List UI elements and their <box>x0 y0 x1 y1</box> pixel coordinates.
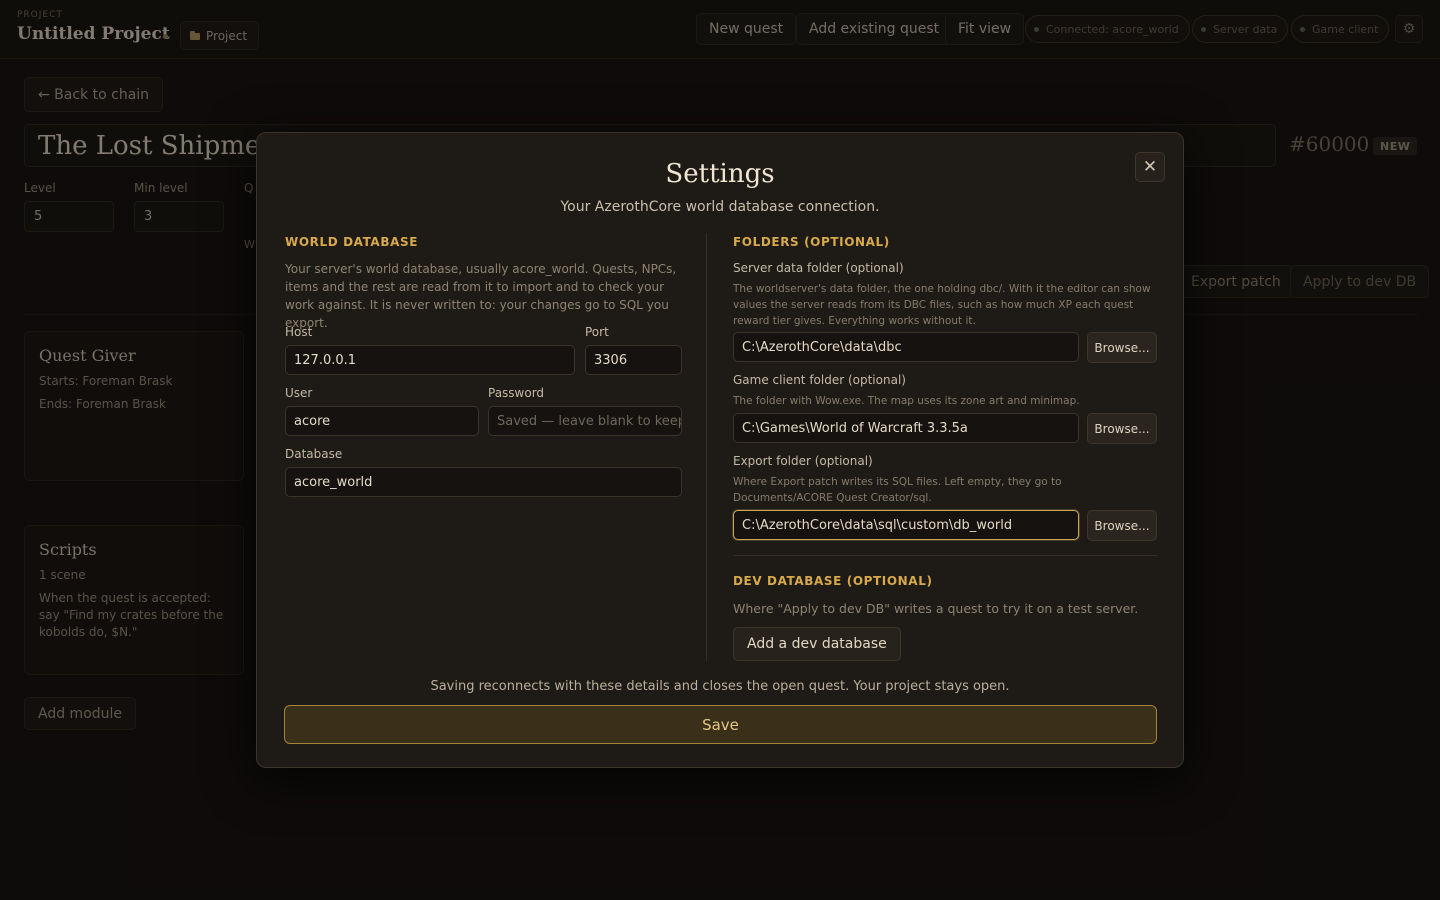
export-folder-input[interactable]: C:\AzerothCore\data\sql\custom\db_world <box>733 510 1079 540</box>
game-client-folder-description: The folder with Wow.exe. The map uses it… <box>733 395 1080 407</box>
user-input[interactable]: acore <box>285 406 479 436</box>
world-db-heading: WORLD DATABASE <box>285 235 418 249</box>
browse-game-client-button[interactable]: Browse... <box>1087 413 1157 444</box>
game-client-folder-value: C:\Games\World of Warcraft 3.3.5a <box>742 420 968 436</box>
dev-db-heading: DEV DATABASE (OPTIONAL) <box>733 574 933 588</box>
add-dev-database-button[interactable]: Add a dev database <box>733 627 901 661</box>
dev-db-description: Where "Apply to dev DB" writes a quest t… <box>733 601 1139 616</box>
dialog-title: Settings <box>665 159 775 189</box>
host-input[interactable]: 127.0.0.1 <box>285 345 575 375</box>
save-note: Saving reconnects with these details and… <box>430 679 1010 694</box>
server-data-folder-description: The worldserver's data folder, the one h… <box>733 283 1151 327</box>
port-value: 3306 <box>594 352 628 368</box>
port-label: Port <box>585 325 609 339</box>
export-folder-label: Export folder (optional) <box>733 454 873 468</box>
game-client-folder-input[interactable]: C:\Games\World of Warcraft 3.3.5a <box>733 413 1079 443</box>
game-client-folder-label: Game client folder (optional) <box>733 373 906 387</box>
save-button[interactable]: Save <box>284 705 1157 744</box>
column-divider <box>706 233 707 661</box>
database-value: acore_world <box>294 474 373 490</box>
password-label: Password <box>488 386 545 400</box>
browse-export-folder-button[interactable]: Browse... <box>1087 510 1157 541</box>
password-placeholder: Saved — leave blank to keep <box>497 413 682 429</box>
browse-server-data-button[interactable]: Browse... <box>1087 332 1157 363</box>
dialog-subtitle: Your AzerothCore world database connecti… <box>560 199 880 215</box>
host-value: 127.0.0.1 <box>294 352 357 368</box>
folders-heading: FOLDERS (OPTIONAL) <box>733 235 890 249</box>
user-value: acore <box>294 413 331 429</box>
section-divider <box>733 555 1157 556</box>
server-data-folder-label: Server data folder (optional) <box>733 261 904 275</box>
export-folder-description: Where Export patch writes its SQL files.… <box>733 476 1062 504</box>
database-label: Database <box>285 447 343 461</box>
world-db-description: Your server's world database, usually ac… <box>285 262 677 330</box>
server-data-folder-value: C:\AzerothCore\data\dbc <box>742 339 902 355</box>
password-input[interactable]: Saved — leave blank to keep <box>488 406 682 436</box>
port-input[interactable]: 3306 <box>585 345 682 375</box>
host-label: Host <box>285 325 313 339</box>
settings-dialog: ✕ Settings Your AzerothCore world databa… <box>256 132 1184 768</box>
user-label: User <box>285 386 313 400</box>
server-data-folder-input[interactable]: C:\AzerothCore\data\dbc <box>733 332 1079 362</box>
database-input[interactable]: acore_world <box>285 467 682 497</box>
export-folder-value: C:\AzerothCore\data\sql\custom\db_world <box>742 517 1013 533</box>
